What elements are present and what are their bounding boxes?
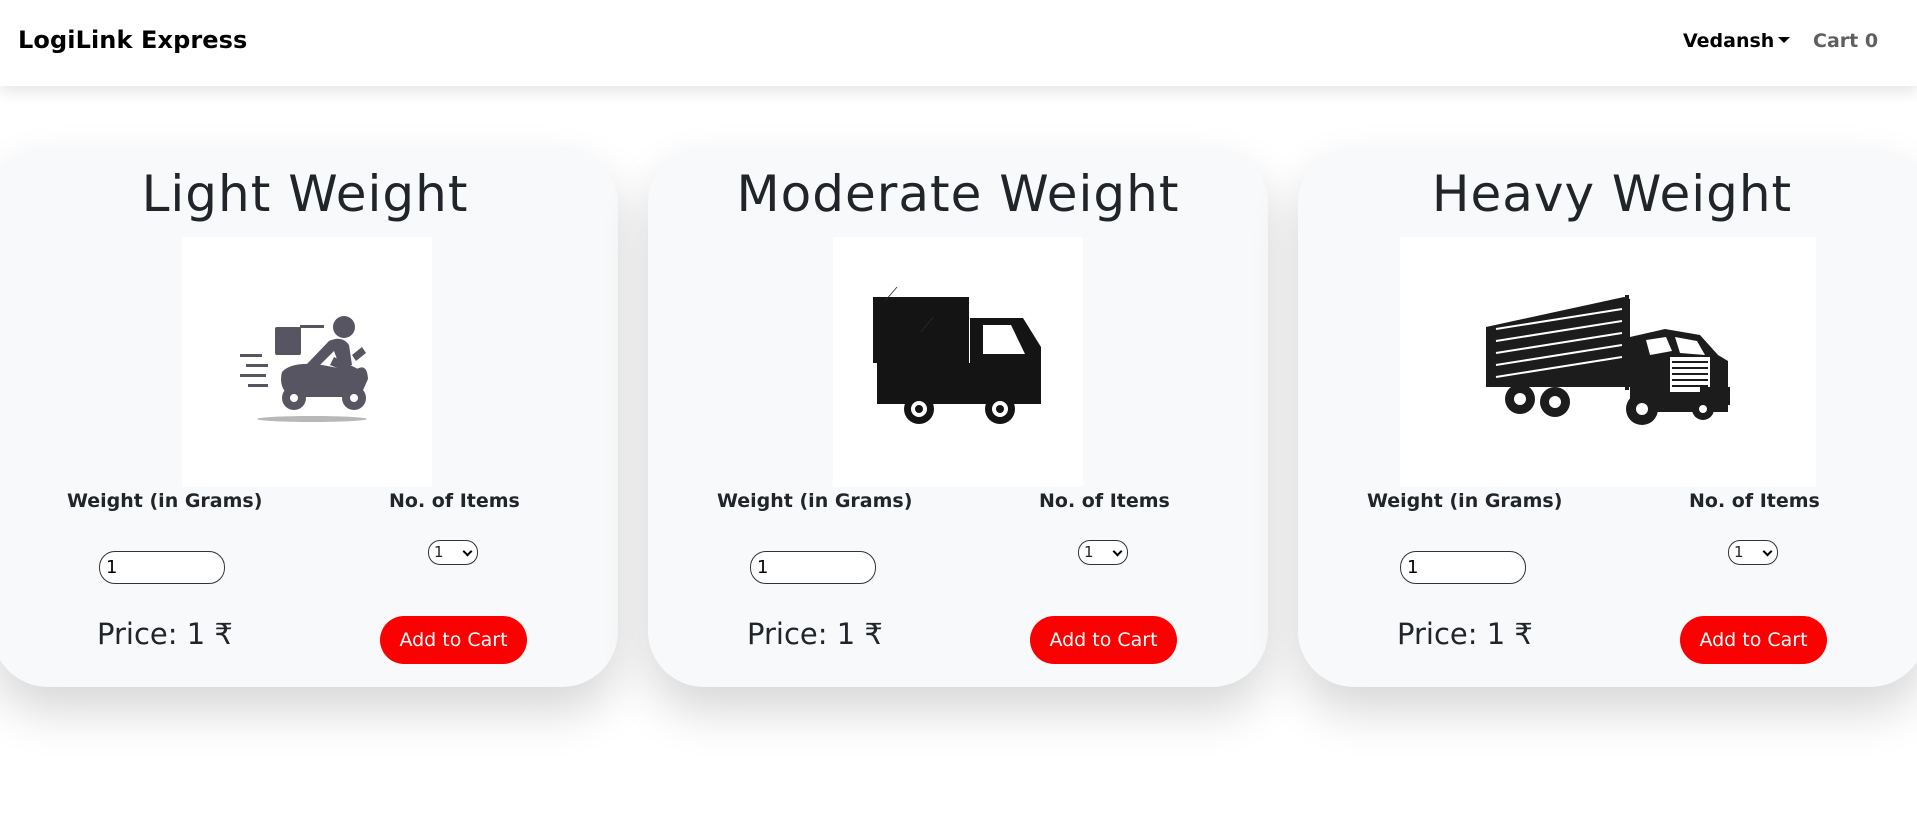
truck-icon [873,286,1041,424]
card-title: Light Weight [141,165,469,223]
card-title: Heavy Weight [1431,165,1793,223]
add-to-cart-button[interactable]: Add to Cart [1030,616,1177,664]
items-select-value: 1 [1734,543,1744,561]
user-dropdown[interactable]: Vedansh [1683,30,1791,52]
add-to-cart-button[interactable]: Add to Cart [380,616,527,664]
items-select-value: 1 [434,543,444,561]
scooter-delivery-icon [240,316,368,422]
brand-logo[interactable]: LogiLink Express [18,26,247,54]
weight-label: Weight (in Grams) [67,490,263,512]
image-box [182,237,432,487]
card-light-weight: Light Weight Weight (in Grams) No. of It… [0,147,618,687]
card-title: Moderate Weight [736,165,1180,223]
price-text: Price: 1 ₹ [97,617,233,651]
chevron-down-icon [1112,546,1123,557]
lorry-icon [1486,295,1730,425]
image-box [1400,237,1816,487]
weight-label: Weight (in Grams) [717,490,913,512]
cart-link[interactable]: Cart 0 [1813,30,1878,52]
card-heavy-weight: Heavy Weight Weight (in Grams) No. of It… [1298,147,1917,687]
add-to-cart-button[interactable]: Add to Cart [1680,616,1827,664]
caret-down-icon [1778,36,1791,43]
cart-label: Cart [1813,30,1859,52]
weight-input[interactable] [750,551,876,584]
cart-count: 0 [1864,30,1879,52]
image-box [833,237,1083,487]
weight-input[interactable] [1400,551,1526,584]
weight-label: Weight (in Grams) [1367,490,1563,512]
items-select[interactable]: 1 [428,540,478,565]
weight-input[interactable] [99,551,225,584]
chevron-down-icon [1762,546,1773,557]
items-label: No. of Items [389,490,520,512]
items-label: No. of Items [1039,490,1170,512]
items-select[interactable]: 1 [1728,540,1778,565]
items-select[interactable]: 1 [1078,540,1128,565]
items-label: No. of Items [1689,490,1820,512]
card-moderate-weight: Moderate Weight Weight (in Grams) No. of… [648,147,1268,687]
price-text: Price: 1 ₹ [747,617,883,651]
price-text: Price: 1 ₹ [1397,617,1533,651]
chevron-down-icon [462,546,473,557]
user-name: Vedansh [1683,30,1775,52]
navbar: LogiLink Express Vedansh Cart 0 [0,0,1917,86]
items-select-value: 1 [1084,543,1094,561]
